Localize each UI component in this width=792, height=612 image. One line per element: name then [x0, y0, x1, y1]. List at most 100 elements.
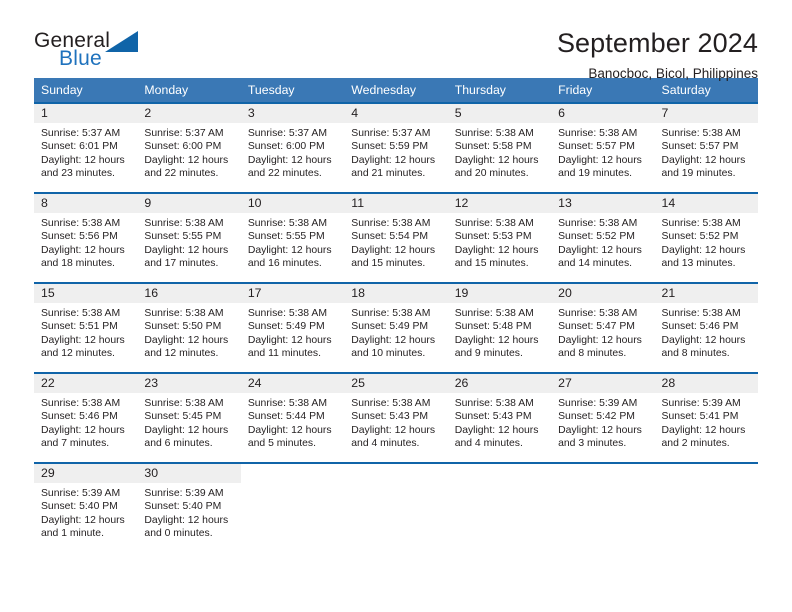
sunset-time: Sunset: 5:52 PM: [661, 231, 739, 243]
sunset-time: Sunset: 6:00 PM: [144, 141, 222, 153]
day-details: Sunrise: 5:39 AM Sunset: 5:42 PM Daylight:…: [551, 393, 654, 450]
sunset-time: Sunset: 5:43 PM: [351, 411, 429, 423]
day-details: Sunrise: 5:38 AM Sunset: 5:46 PM Daylight:…: [34, 393, 137, 450]
calendar-day-cell[interactable]: 14 Sunrise: 5:38 AM Sunset: 5:52 PM Dayligh…: [654, 192, 758, 283]
daylight-duration-line1: Daylight: 12 hours: [351, 334, 436, 346]
day-number: 25: [344, 374, 448, 393]
calendar-day-cell[interactable]: 8 Sunrise: 5:38 AM Sunset: 5:56 PM Daylight…: [34, 192, 138, 283]
sunset-time: Sunset: 6:00 PM: [247, 141, 325, 153]
day-number: 2: [137, 104, 241, 123]
daylight-duration-line1: Daylight: 12 hours: [247, 334, 332, 346]
day-details: Sunrise: 5:38 AM Sunset: 5:58 PM Daylight:…: [448, 123, 551, 180]
sunset-time: Sunset: 5:54 PM: [351, 231, 429, 243]
calendar-table: Sunday Monday Tuesday Wednesday Thursday…: [34, 78, 758, 553]
day-number: [655, 464, 758, 483]
calendar-empty-cell: [344, 462, 448, 553]
daylight-duration-line2: and 7 minutes.: [41, 437, 110, 449]
sunset-time: Sunset: 5:53 PM: [454, 231, 532, 243]
day-number: 14: [654, 194, 758, 213]
daylight-duration-line2: and 6 minutes.: [144, 437, 213, 449]
sunrise-time: Sunrise: 5:38 AM: [247, 218, 327, 229]
sunrise-time: Sunrise: 5:38 AM: [144, 308, 224, 319]
daylight-duration-line1: Daylight: 12 hours: [41, 424, 125, 436]
day-number: 19: [447, 284, 552, 303]
daylight-duration-line1: Daylight: 12 hours: [41, 244, 125, 256]
sunrise-time: Sunrise: 5:38 AM: [454, 398, 534, 409]
calendar-day-cell[interactable]: 27 Sunrise: 5:39 AM Sunset: 5:42 PM Dayligh…: [551, 372, 655, 463]
calendar-day-cell[interactable]: 19 Sunrise: 5:38 AM Sunset: 5:48 PM Dayligh…: [447, 282, 552, 373]
day-details: Sunrise: 5:38 AM Sunset: 5:44 PM Daylight:…: [241, 393, 344, 450]
sunset-time: Sunset: 5:55 PM: [247, 231, 325, 243]
calendar-day-cell[interactable]: 7 Sunrise: 5:38 AM Sunset: 5:57 PM Daylight…: [654, 102, 758, 193]
day-number: 11: [344, 194, 448, 213]
daylight-duration-line1: Daylight: 12 hours: [558, 244, 642, 256]
sunrise-time: Sunrise: 5:38 AM: [247, 308, 327, 319]
sunrise-time: Sunrise: 5:39 AM: [41, 488, 121, 499]
calendar-day-cell[interactable]: 20 Sunrise: 5:38 AM Sunset: 5:47 PM Dayligh…: [551, 282, 655, 373]
calendar-day-cell[interactable]: 18 Sunrise: 5:38 AM Sunset: 5:49 PM Dayligh…: [344, 282, 448, 373]
daylight-duration-line2: and 4 minutes.: [454, 437, 523, 449]
daylight-duration-line2: and 2 minutes.: [661, 437, 730, 449]
calendar-day-cell[interactable]: 5 Sunrise: 5:38 AM Sunset: 5:58 PM Daylight…: [447, 102, 552, 193]
sunrise-time: Sunrise: 5:38 AM: [661, 128, 741, 139]
daylight-duration-line1: Daylight: 12 hours: [454, 244, 539, 256]
daylight-duration-line2: and 16 minutes.: [247, 257, 322, 269]
day-number: 21: [654, 284, 758, 303]
calendar-day-cell[interactable]: 21 Sunrise: 5:38 AM Sunset: 5:46 PM Dayligh…: [654, 282, 758, 373]
sunset-time: Sunset: 5:45 PM: [144, 411, 222, 423]
daylight-duration-line1: Daylight: 12 hours: [558, 424, 642, 436]
calendar-page: General Blue September 2024 Banocboc, Bi…: [0, 0, 792, 612]
daylight-duration-line2: and 19 minutes.: [661, 167, 736, 179]
calendar-day-cell[interactable]: 1 Sunrise: 5:37 AM Sunset: 6:01 PM Daylight…: [34, 102, 138, 193]
daylight-duration-line2: and 3 minutes.: [558, 437, 627, 449]
daylight-duration-line2: and 10 minutes.: [351, 347, 426, 359]
calendar-day-cell[interactable]: 11 Sunrise: 5:38 AM Sunset: 5:54 PM Dayligh…: [344, 192, 448, 283]
calendar-day-cell[interactable]: 26 Sunrise: 5:38 AM Sunset: 5:43 PM Dayligh…: [447, 372, 552, 463]
daylight-duration-line2: and 22 minutes.: [247, 167, 322, 179]
calendar-day-cell[interactable]: 24 Sunrise: 5:38 AM Sunset: 5:44 PM Dayligh…: [240, 372, 345, 463]
calendar-day-cell[interactable]: 23 Sunrise: 5:38 AM Sunset: 5:45 PM Dayligh…: [137, 372, 241, 463]
calendar-day-cell[interactable]: 17 Sunrise: 5:38 AM Sunset: 5:49 PM Dayligh…: [240, 282, 345, 373]
day-number: [241, 464, 344, 483]
day-number: 29: [34, 464, 138, 483]
sunrise-time: Sunrise: 5:38 AM: [41, 398, 121, 409]
calendar-day-cell[interactable]: 16 Sunrise: 5:38 AM Sunset: 5:50 PM Dayligh…: [137, 282, 241, 373]
calendar-day-cell[interactable]: 6 Sunrise: 5:38 AM Sunset: 5:57 PM Daylight…: [551, 102, 655, 193]
daylight-duration-line2: and 8 minutes.: [661, 347, 730, 359]
calendar-day-cell[interactable]: 12 Sunrise: 5:38 AM Sunset: 5:53 PM Dayligh…: [447, 192, 552, 283]
day-details: Sunrise: 5:38 AM Sunset: 5:55 PM Daylight:…: [241, 213, 344, 270]
day-number: 13: [551, 194, 655, 213]
calendar-day-cell[interactable]: 4 Sunrise: 5:37 AM Sunset: 5:59 PM Daylight…: [344, 102, 448, 193]
daylight-duration-line1: Daylight: 12 hours: [144, 514, 229, 526]
calendar-day-cell[interactable]: 3 Sunrise: 5:37 AM Sunset: 6:00 PM Daylight…: [240, 102, 345, 193]
calendar-empty-cell: [654, 462, 758, 553]
daylight-duration-line2: and 12 minutes.: [144, 347, 219, 359]
sunset-time: Sunset: 5:52 PM: [558, 231, 635, 243]
day-details: Sunrise: 5:38 AM Sunset: 5:46 PM Daylight:…: [655, 303, 758, 360]
day-number: 18: [344, 284, 448, 303]
calendar-day-cell[interactable]: 10 Sunrise: 5:38 AM Sunset: 5:55 PM Dayligh…: [240, 192, 345, 283]
sunrise-time: Sunrise: 5:39 AM: [661, 398, 741, 409]
calendar-empty-cell: [447, 462, 552, 553]
brand-logo[interactable]: General Blue: [34, 28, 154, 78]
calendar-day-cell[interactable]: 15 Sunrise: 5:38 AM Sunset: 5:51 PM Dayligh…: [34, 282, 138, 373]
calendar-day-cell[interactable]: 2 Sunrise: 5:37 AM Sunset: 6:00 PM Daylight…: [137, 102, 241, 193]
calendar-day-cell[interactable]: 9 Sunrise: 5:38 AM Sunset: 5:55 PM Daylight…: [137, 192, 241, 283]
calendar-day-cell[interactable]: 28 Sunrise: 5:39 AM Sunset: 5:41 PM Dayligh…: [654, 372, 758, 463]
daylight-duration-line1: Daylight: 12 hours: [661, 334, 746, 346]
calendar-day-cell[interactable]: 25 Sunrise: 5:38 AM Sunset: 5:43 PM Dayligh…: [344, 372, 448, 463]
day-details: Sunrise: 5:39 AM Sunset: 5:40 PM Daylight:…: [137, 483, 240, 540]
daylight-duration-line2: and 20 minutes.: [454, 167, 529, 179]
day-details: Sunrise: 5:38 AM Sunset: 5:52 PM Daylight:…: [655, 213, 758, 270]
daylight-duration-line2: and 15 minutes.: [454, 257, 529, 269]
calendar-day-cell[interactable]: 13 Sunrise: 5:38 AM Sunset: 5:52 PM Dayligh…: [551, 192, 655, 283]
daylight-duration-line2: and 14 minutes.: [558, 257, 633, 269]
calendar-day-cell[interactable]: 22 Sunrise: 5:38 AM Sunset: 5:46 PM Dayligh…: [34, 372, 138, 463]
daylight-duration-line2: and 12 minutes.: [41, 347, 115, 359]
sunset-time: Sunset: 5:40 PM: [41, 501, 118, 513]
daylight-duration-line1: Daylight: 12 hours: [41, 154, 125, 166]
calendar-day-cell[interactable]: 29 Sunrise: 5:39 AM Sunset: 5:40 PM Dayligh…: [34, 462, 138, 553]
daylight-duration-line1: Daylight: 12 hours: [144, 244, 229, 256]
calendar-day-cell[interactable]: 30 Sunrise: 5:39 AM Sunset: 5:40 PM Dayligh…: [137, 462, 241, 553]
sunset-time: Sunset: 5:56 PM: [41, 231, 118, 243]
